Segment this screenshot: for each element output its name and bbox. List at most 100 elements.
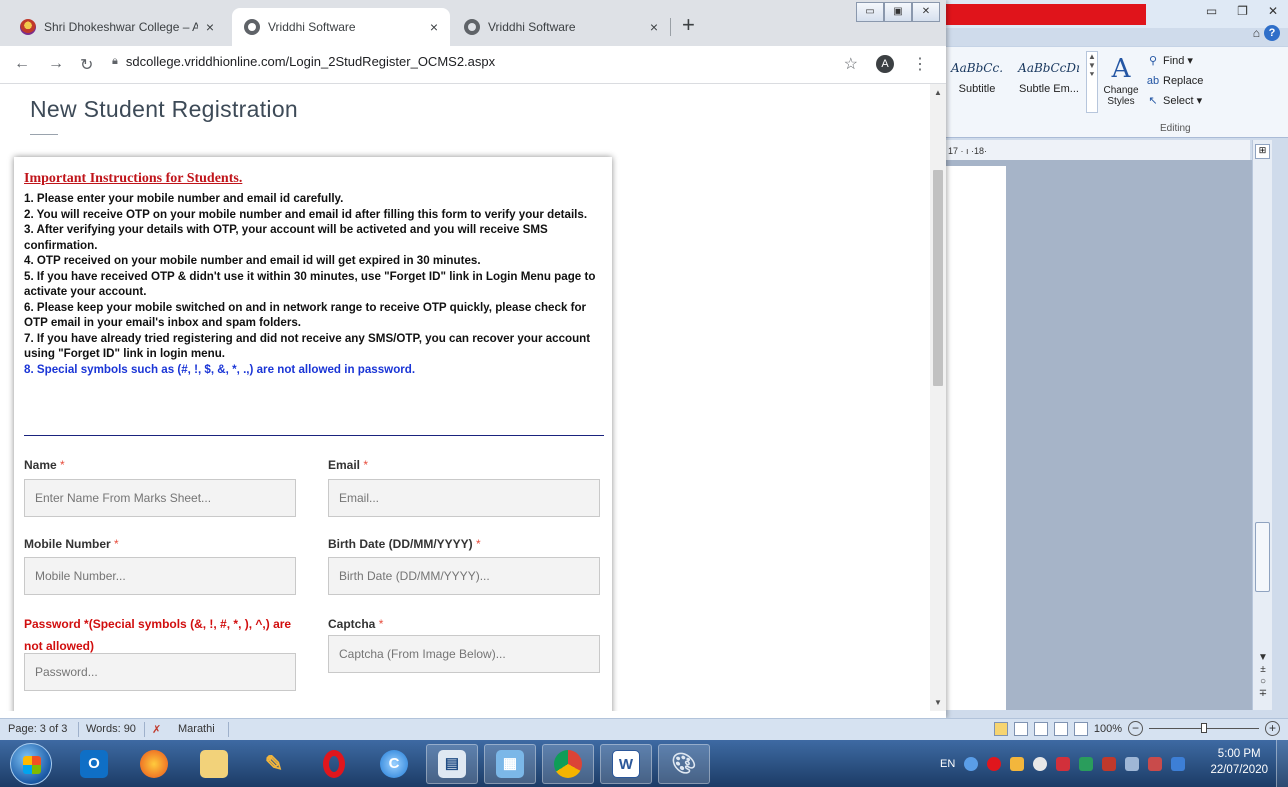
new-tab-button[interactable]: +	[682, 14, 695, 36]
close-tab-icon[interactable]: ×	[430, 19, 438, 35]
menu-dots-icon[interactable]: ⋮	[912, 54, 928, 74]
close-icon[interactable]: ✕	[1268, 4, 1278, 18]
word-ribbon: AaBbCc. Subtitle AaBbCcDı Subtle Em... ▲…	[940, 46, 1288, 138]
tray-app-icon[interactable]	[1079, 756, 1094, 771]
word-document-area	[940, 160, 1252, 710]
paint-app[interactable]: 🎨︎	[658, 744, 710, 784]
reload-icon[interactable]: ↻	[80, 55, 93, 75]
tab-college[interactable]: Shri Dhokeshwar College – A/P. T ×	[8, 8, 226, 46]
web-page: New Student Registration Important Instr…	[0, 84, 926, 711]
browser-app[interactable]: C	[368, 744, 420, 784]
network-icon[interactable]	[1125, 756, 1140, 771]
clock[interactable]: 5:00 PM 22/07/2020	[1210, 746, 1268, 778]
scroll-up-icon[interactable]: ▲	[934, 88, 942, 97]
zoom-out-icon[interactable]: −	[1128, 721, 1143, 736]
word-scroll-thumb[interactable]	[1255, 522, 1270, 592]
word-vertical-scrollbar[interactable]: ⊞ ▼ ± ○ ∓	[1252, 140, 1272, 710]
back-arrow-icon[interactable]: ←	[14, 55, 30, 73]
minimize-icon[interactable]: ▭	[856, 2, 884, 22]
required-mark: *	[363, 458, 369, 472]
zoom-slider[interactable]	[1149, 723, 1259, 733]
password-input[interactable]	[24, 653, 296, 691]
style-subtle-emphasis[interactable]: AaBbCcDı Subtle Em...	[1014, 53, 1084, 109]
word-app[interactable]: W	[600, 744, 652, 784]
chrome-window-controls: ▭ ▣ ✕	[856, 2, 940, 22]
chrome-app[interactable]	[542, 744, 594, 784]
birth-date-input[interactable]	[328, 557, 600, 595]
tray-app-icon[interactable]	[1033, 756, 1048, 771]
address-bar[interactable]: 🔒︎ sdcollege.vriddhionline.com/Login_2St…	[112, 54, 495, 69]
word-scroll-buttons[interactable]: ▼ ± ○ ∓	[1256, 652, 1270, 700]
forward-arrow-icon[interactable]: →	[48, 55, 64, 73]
replace-button[interactable]: ab Replace	[1146, 71, 1226, 91]
opera-tray-icon[interactable]	[987, 756, 1002, 771]
page-title: New Student Registration	[30, 96, 299, 122]
change-styles-label: Change Styles	[1103, 85, 1139, 107]
control-panel-app[interactable]: ▦	[484, 744, 536, 784]
captcha-label: Captcha *	[328, 617, 384, 631]
styles-scroll[interactable]: ▲ ▼ ⯆	[1086, 51, 1098, 113]
tab-vriddhi-active[interactable]: Vriddhi Software ×	[232, 8, 450, 46]
cursor-icon: ↖	[1148, 95, 1158, 107]
tray-app-icon[interactable]	[1056, 756, 1071, 771]
opera-app[interactable]	[308, 744, 360, 784]
toolbar: ← → ↻ 🔒︎ sdcollege.vriddhionline.com/Log…	[0, 46, 946, 84]
proofing-icon[interactable]: ✗	[152, 723, 161, 736]
show-desktop-button[interactable]	[1276, 740, 1288, 787]
zoom-in-icon[interactable]: +	[1265, 721, 1280, 736]
word-titlebar: ▭ ❐ ✕	[940, 0, 1288, 28]
window-app[interactable]: ▤	[426, 744, 478, 784]
account-icon[interactable]: A	[876, 55, 894, 73]
name-input[interactable]	[24, 479, 296, 517]
captcha-input[interactable]	[328, 635, 600, 673]
help-icon[interactable]: ?	[1264, 25, 1280, 41]
zoom-level[interactable]: 100%	[1094, 723, 1122, 735]
word-page[interactable]	[940, 166, 1006, 710]
close-tab-icon[interactable]: ×	[650, 19, 658, 35]
tab-vriddhi[interactable]: Vriddhi Software ×	[452, 8, 670, 46]
globe-favicon-icon	[244, 19, 260, 35]
tray-app-icon[interactable]	[1010, 756, 1025, 771]
style-name: Subtle Em...	[1019, 83, 1079, 95]
draft-icon[interactable]	[1073, 721, 1088, 736]
lock-icon: 🔒︎	[112, 55, 118, 67]
title-underline	[30, 134, 58, 135]
tray-language[interactable]: EN	[940, 758, 955, 770]
page-count[interactable]: Page: 3 of 3	[8, 723, 67, 735]
ruler-toggle-icon[interactable]: ⊞	[1255, 144, 1270, 159]
full-screen-reading-icon[interactable]	[1013, 721, 1028, 736]
change-styles-button[interactable]: A Change Styles	[1102, 53, 1140, 107]
restore-icon[interactable]: ❐	[1237, 4, 1248, 18]
web-layout-icon[interactable]	[1033, 721, 1048, 736]
email-input[interactable]	[328, 479, 600, 517]
close-icon[interactable]: ✕	[912, 2, 940, 22]
language-indicator[interactable]: Marathi	[178, 723, 215, 735]
bookmark-star-icon[interactable]: ☆	[844, 54, 858, 74]
start-button-icon[interactable]	[10, 743, 52, 785]
style-subtitle[interactable]: AaBbCc. Subtitle	[942, 53, 1012, 109]
firefox-app[interactable]	[128, 744, 180, 784]
instruction-item: 3. After verifying your details with OTP…	[24, 223, 548, 252]
find-button[interactable]: ⚲ Find ▾	[1146, 51, 1226, 71]
speaker-muted-icon[interactable]	[1148, 756, 1163, 771]
scroll-thumb[interactable]	[933, 170, 943, 386]
outlook-app[interactable]: O	[68, 744, 120, 784]
outline-icon[interactable]	[1053, 721, 1068, 736]
word-count[interactable]: Words: 90	[86, 723, 136, 735]
minimize-icon[interactable]: ▭	[1206, 4, 1217, 18]
select-button[interactable]: ↖ Select ▾	[1146, 91, 1226, 111]
file-explorer-app[interactable]	[188, 744, 240, 784]
tray-app-icon[interactable]	[1102, 756, 1117, 771]
paint-brush-app[interactable]: ✎	[248, 744, 300, 784]
maximize-icon[interactable]: ▣	[884, 2, 912, 22]
zoom-slider-knob[interactable]	[1201, 723, 1207, 733]
tray-app-icon[interactable]	[964, 756, 979, 771]
mobile-input[interactable]	[24, 557, 296, 595]
tray-app-icon[interactable]	[1171, 756, 1186, 771]
page-scrollbar[interactable]: ▲ ▼	[930, 84, 946, 711]
close-tab-icon[interactable]: ×	[206, 19, 214, 35]
scroll-down-icon[interactable]: ▼	[934, 698, 942, 707]
print-layout-icon[interactable]	[993, 721, 1008, 736]
ribbon-collapse-icon[interactable]: ⌂	[1253, 26, 1260, 40]
clock-time: 5:00 PM	[1217, 748, 1261, 760]
